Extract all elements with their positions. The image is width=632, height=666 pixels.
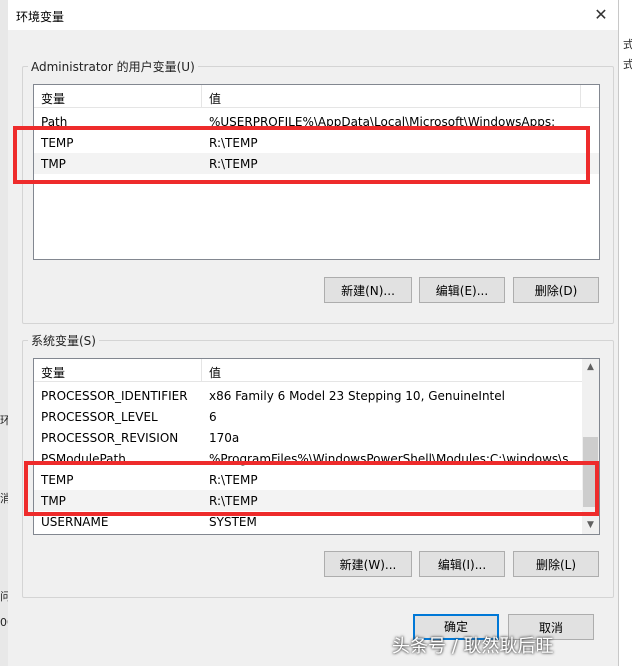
user-edit-button[interactable]: 编辑(E)... bbox=[419, 277, 505, 303]
system-new-button[interactable]: 新建(W)... bbox=[324, 551, 412, 577]
system-edit-button[interactable]: 编辑(I)... bbox=[419, 551, 505, 577]
background-window-right: 式 式 bbox=[618, 0, 632, 666]
highlight-box bbox=[13, 126, 590, 184]
column-header-variable[interactable]: 变量 bbox=[41, 364, 65, 381]
variable-value: 170a bbox=[209, 431, 240, 445]
column-header-value[interactable]: 值 bbox=[209, 364, 221, 381]
variable-name: USERNAME bbox=[41, 515, 109, 529]
column-header-value[interactable]: 值 bbox=[209, 90, 221, 107]
dialog-title: 环境变量 bbox=[16, 10, 65, 24]
scroll-down-icon[interactable]: ▼ bbox=[582, 517, 599, 534]
environment-variables-dialog: 环境变量 ✕ Administrator 的用户变量(U) 变量 值 Path … bbox=[8, 0, 618, 666]
watermark-text: 头条号 / 耿然耿后旺 bbox=[392, 636, 554, 657]
column-divider[interactable] bbox=[580, 85, 581, 107]
variable-name: PROCESSOR_IDENTIFIER bbox=[41, 389, 188, 403]
list-row[interactable]: PROCESSOR_REVISION 170a bbox=[34, 427, 599, 448]
list-row[interactable]: PROCESSOR_LEVEL 6 bbox=[34, 406, 599, 427]
user-variables-label: Administrator 的用户变量(U) bbox=[28, 58, 198, 75]
scroll-up-icon[interactable]: ▲ bbox=[582, 359, 599, 376]
user-delete-button[interactable]: 删除(D) bbox=[513, 277, 599, 303]
title-bar: 环境变量 ✕ bbox=[8, 0, 618, 30]
variable-value: 6 bbox=[209, 410, 217, 424]
variable-value: x86 Family 6 Model 23 Stepping 10, Genui… bbox=[209, 389, 505, 403]
column-header-variable[interactable]: 变量 bbox=[41, 90, 65, 107]
list-header: 变量 值 bbox=[34, 359, 599, 382]
variable-name: PROCESSOR_REVISION bbox=[41, 431, 179, 445]
variable-value: SYSTEM bbox=[209, 515, 257, 529]
background-text-fragment: 式 bbox=[623, 38, 632, 51]
highlight-box bbox=[24, 461, 599, 516]
list-header: 变量 值 bbox=[34, 85, 599, 108]
system-delete-button[interactable]: 删除(L) bbox=[513, 551, 599, 577]
variable-name: PROCESSOR_LEVEL bbox=[41, 410, 158, 424]
user-new-button[interactable]: 新建(N)... bbox=[324, 277, 412, 303]
column-divider[interactable] bbox=[201, 359, 202, 381]
column-divider[interactable] bbox=[201, 85, 202, 107]
list-row[interactable]: PROCESSOR_IDENTIFIER x86 Family 6 Model … bbox=[34, 385, 599, 406]
close-icon[interactable]: ✕ bbox=[588, 2, 614, 28]
background-text-fragment: 式 bbox=[623, 58, 632, 71]
system-variables-label: 系统变量(S) bbox=[28, 332, 99, 349]
